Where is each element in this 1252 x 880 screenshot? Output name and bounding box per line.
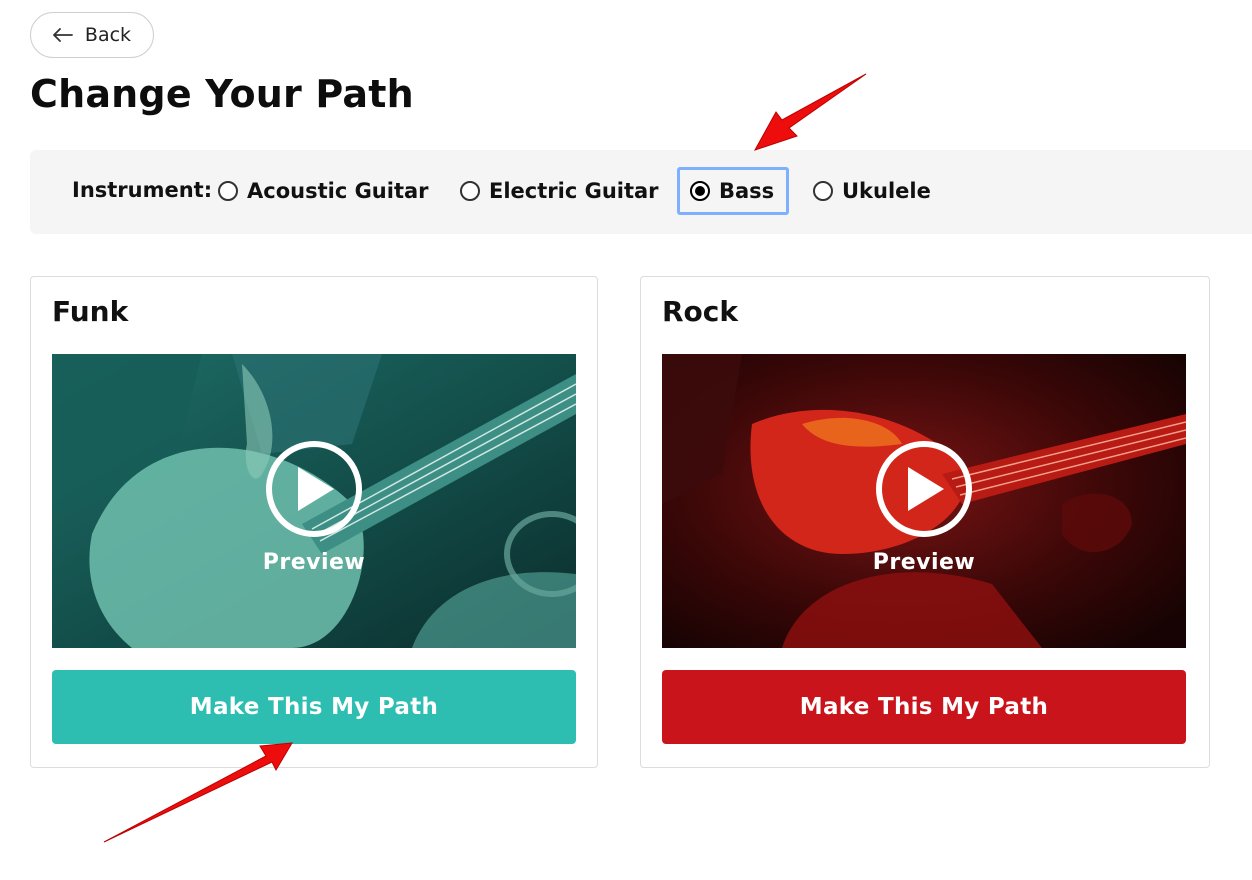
radio-button-icon — [460, 181, 480, 201]
back-button[interactable]: Back — [30, 12, 154, 58]
instrument-label: Instrument: — [72, 178, 213, 202]
radio-label: Electric Guitar — [489, 179, 659, 203]
radio-bass[interactable]: Bass — [677, 167, 790, 215]
instrument-picker: Instrument: Acoustic Guitar Electric Gui… — [30, 150, 1252, 234]
radio-button-icon — [690, 181, 710, 201]
card-title: Funk — [52, 295, 129, 328]
make-path-button-funk[interactable]: Make This My Path — [52, 670, 576, 744]
play-icon — [266, 441, 362, 537]
play-icon — [876, 441, 972, 537]
page-title: Change Your Path — [30, 72, 414, 116]
preview-label: Preview — [872, 550, 976, 575]
make-path-button-rock[interactable]: Make This My Path — [662, 670, 1186, 744]
radio-label: Bass — [719, 179, 775, 203]
preview-video-rock[interactable]: Preview — [662, 354, 1186, 648]
radio-label: Ukulele — [842, 179, 931, 203]
radio-electric-guitar[interactable]: Electric Guitar — [460, 171, 659, 211]
radio-button-icon — [218, 181, 238, 201]
radio-label: Acoustic Guitar — [247, 179, 429, 203]
path-card-rock: Rock Preview Make This My Path — [640, 276, 1210, 768]
arrow-left-icon — [53, 28, 73, 42]
radio-ukulele[interactable]: Ukulele — [813, 171, 931, 211]
preview-video-funk[interactable]: Preview — [52, 354, 576, 648]
preview-label: Preview — [262, 550, 366, 575]
radio-acoustic-guitar[interactable]: Acoustic Guitar — [218, 171, 429, 211]
annotation-arrow-icon — [753, 73, 867, 151]
path-card-funk: Funk Preview Make This My Path — [30, 276, 598, 768]
back-label: Back — [84, 24, 132, 46]
radio-button-icon — [813, 181, 833, 201]
card-title: Rock — [662, 295, 739, 328]
